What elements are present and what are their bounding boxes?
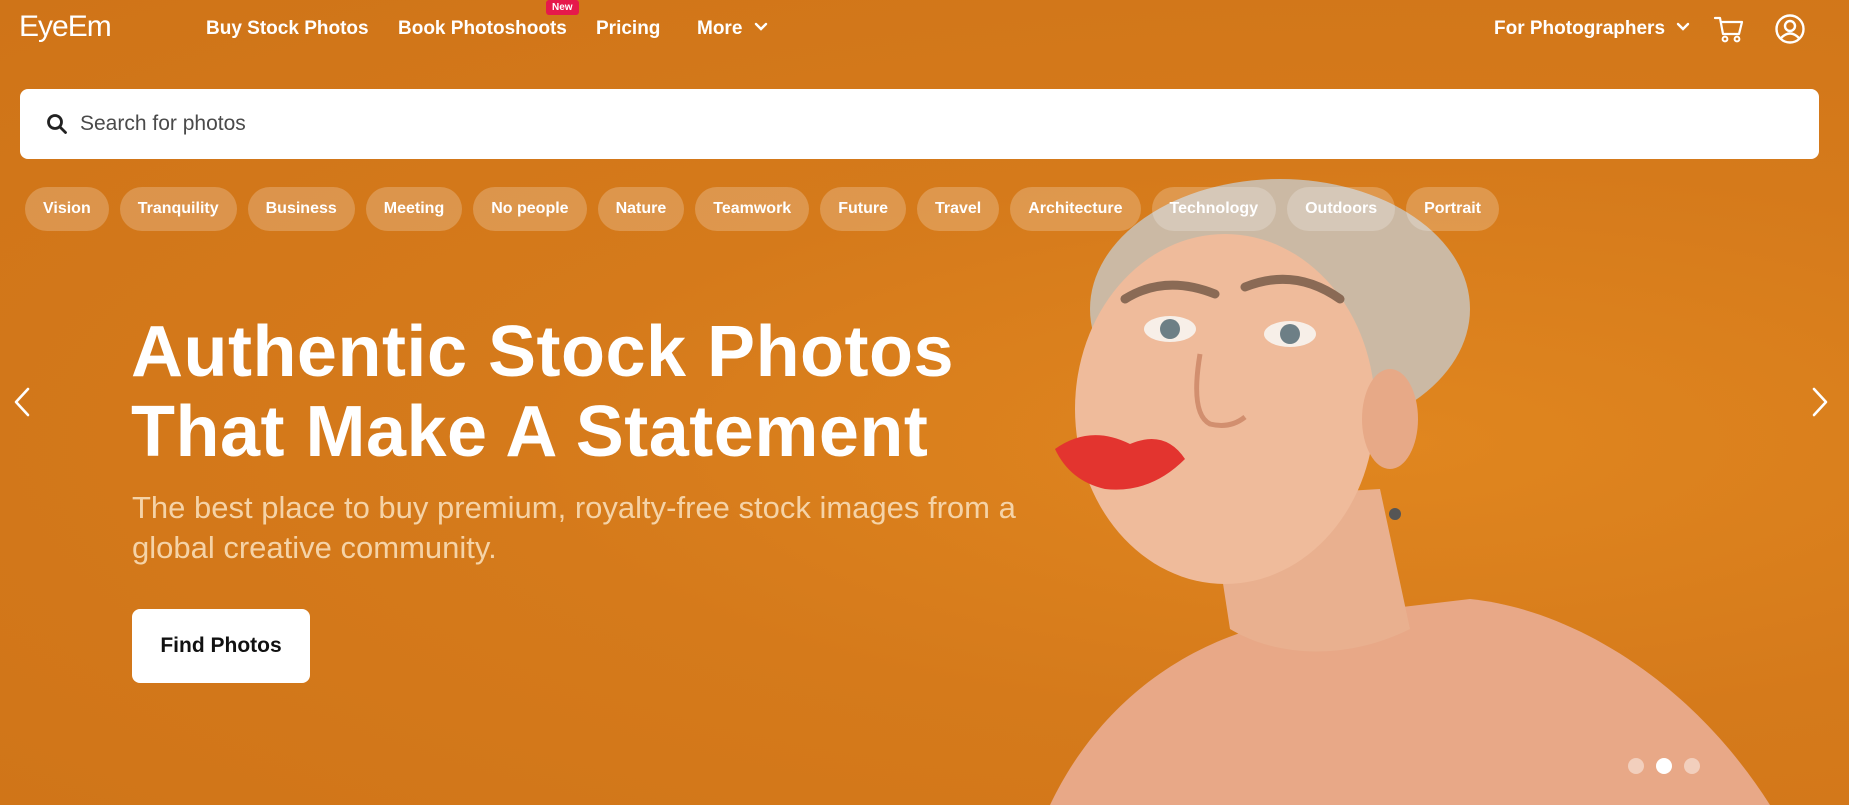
hero-subtitle: The best place to buy premium, royalty-f…	[132, 490, 1016, 565]
nav-for-photographers-label: For Photographers	[1494, 18, 1666, 39]
search-input[interactable]	[80, 99, 1780, 149]
hero-title-line-2: That Make A Statement	[131, 392, 929, 472]
carousel-pagination	[1628, 758, 1700, 774]
chevron-down-icon	[754, 23, 767, 32]
chip-tranquility[interactable]: Tranquility	[119, 187, 237, 231]
chip-no-people[interactable]: No people	[473, 187, 587, 231]
chip-future[interactable]: Future	[820, 187, 906, 231]
carousel-dot-2[interactable]	[1656, 758, 1672, 774]
find-photos-button[interactable]: Find Photos	[132, 609, 310, 683]
search-bar[interactable]	[20, 89, 1819, 159]
carousel-dot-1[interactable]	[1628, 758, 1644, 774]
chip-teamwork[interactable]: Teamwork	[695, 187, 810, 231]
hero-portrait-image	[1050, 179, 1770, 805]
chip-business[interactable]: Business	[247, 187, 355, 231]
hero-title-line-1: Authentic Stock Photos	[131, 312, 955, 392]
chip-travel[interactable]: Travel	[916, 187, 1000, 231]
search-icon	[47, 114, 67, 134]
chevron-right-icon[interactable]	[1806, 385, 1834, 419]
top-nav: EyeEm Buy Stock Photos Book Photoshoots …	[0, 0, 1849, 58]
chevron-left-icon[interactable]	[8, 385, 36, 419]
nav-book-photoshoots[interactable]: Book Photoshoots	[398, 18, 567, 40]
eyeem-logo[interactable]: EyeEm	[19, 10, 112, 44]
chip-portrait[interactable]: Portrait	[1406, 187, 1499, 231]
nav-more-dropdown[interactable]: More	[697, 18, 768, 40]
chip-nature[interactable]: Nature	[597, 187, 685, 231]
chip-architecture[interactable]: Architecture	[1010, 187, 1141, 231]
nav-more-label: More	[697, 18, 743, 39]
account-icon[interactable]	[1774, 13, 1806, 45]
tag-chip-list: Vision Tranquility Business Meeting No p…	[25, 187, 1499, 231]
nav-for-photographers-dropdown[interactable]: For Photographers	[1494, 18, 1690, 40]
chip-vision[interactable]: Vision	[25, 187, 109, 231]
new-badge: New	[546, 0, 579, 15]
chevron-down-icon	[1677, 23, 1690, 32]
hero-title: Authentic Stock Photos That Make A State…	[131, 312, 1091, 472]
nav-pricing[interactable]: Pricing	[596, 18, 660, 40]
chip-outdoors[interactable]: Outdoors	[1287, 187, 1396, 231]
chip-meeting[interactable]: Meeting	[365, 187, 463, 231]
chip-technology[interactable]: Technology	[1151, 187, 1277, 231]
carousel-dot-3[interactable]	[1684, 758, 1700, 774]
cart-icon[interactable]	[1713, 13, 1745, 45]
nav-buy-stock-photos[interactable]: Buy Stock Photos	[206, 18, 369, 40]
